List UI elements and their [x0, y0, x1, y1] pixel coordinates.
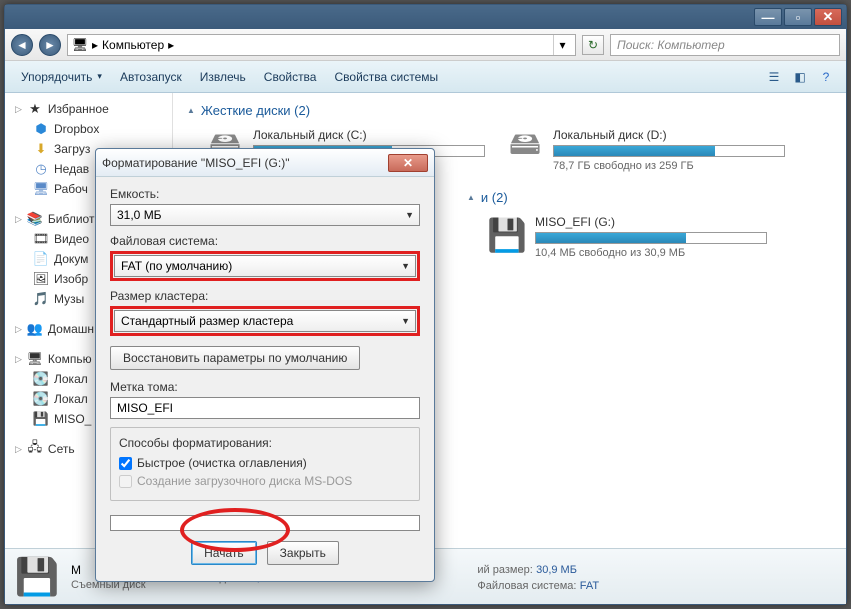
drive-d[interactable]: 🖴 Локальный диск (D:) 78,7 ГБ свободно и… — [505, 128, 785, 172]
picture-icon: 🖼 — [33, 271, 49, 287]
status-fs: FAT — [580, 580, 599, 592]
network-icon: 🖧 — [27, 441, 43, 457]
drive-g[interactable]: 💾 MISO_EFI (G:) 10,4 МБ свободно из 30,9… — [487, 215, 767, 259]
removable-section-header[interactable]: и (2) — [467, 186, 832, 209]
help-icon[interactable]: ? — [814, 66, 838, 88]
video-icon: 🎞 — [33, 231, 49, 247]
msdos-boot-checkbox: Создание загрузочного диска MS-DOS — [119, 474, 411, 488]
nav-bar: ◄ ► 🖥 ▸ Компьютер ▸ ▾ ↻ Поиск: Компьютер — [5, 29, 846, 61]
refresh-button[interactable]: ↻ — [582, 35, 604, 55]
forward-button[interactable]: ► — [39, 34, 61, 56]
dialog-titlebar: Форматирование "MISO_EFI (G:)" ✕ — [96, 149, 434, 177]
system-properties-button[interactable]: Свойства системы — [326, 66, 446, 88]
filesystem-highlight: FAT (по умолчанию) — [110, 251, 420, 281]
quick-format-checkbox[interactable]: Быстрое (очистка оглавления) — [119, 456, 411, 470]
status-fs-label: Файловая система: — [477, 580, 576, 592]
sidebar-favorites[interactable]: ★Избранное — [5, 99, 172, 119]
filesystem-combo[interactable]: FAT (по умолчанию) — [114, 255, 416, 277]
filesystem-label: Файловая система: — [110, 234, 420, 248]
removable-icon: 💾 — [33, 411, 49, 427]
removable-icon: 💾 — [487, 215, 527, 255]
recent-icon: ◷ — [33, 161, 49, 177]
properties-button[interactable]: Свойства — [256, 66, 325, 88]
view-icon[interactable]: ☰ — [762, 66, 786, 88]
maximize-button[interactable]: ▫ — [784, 8, 812, 26]
drive-usage-bar — [553, 145, 785, 157]
format-options-group: Способы форматирования: Быстрое (очистка… — [110, 427, 420, 501]
removable-icon: 💾 — [15, 555, 59, 599]
computer-icon: 🖥 — [72, 37, 88, 53]
format-options-label: Способы форматирования: — [119, 436, 411, 450]
close-button[interactable]: ✕ — [814, 8, 842, 26]
homegroup-icon: 👥 — [27, 321, 43, 337]
download-icon: ⬇ — [33, 141, 49, 157]
dialog-title: Форматирование "MISO_EFI (G:)" — [102, 156, 388, 170]
reset-defaults-button[interactable]: Восстановить параметры по умолчанию — [110, 346, 360, 370]
start-button[interactable]: Начать — [191, 541, 257, 565]
organize-menu[interactable]: Упорядочить — [13, 66, 110, 88]
cluster-label: Размер кластера: — [110, 289, 420, 303]
format-dialog: Форматирование "MISO_EFI (G:)" ✕ Емкость… — [95, 148, 435, 582]
breadcrumb-sep: ▸ — [92, 38, 98, 52]
library-icon: 📚 — [27, 211, 43, 227]
eject-button[interactable]: Извлечь — [192, 66, 254, 88]
drive-usage-bar — [535, 232, 767, 244]
titlebar: — ▫ ✕ — [5, 5, 846, 29]
drive-name: MISO_EFI (G:) — [535, 215, 767, 229]
progress-bar — [110, 515, 420, 531]
drive-stat: 10,4 МБ свободно из 30,9 МБ — [535, 247, 767, 259]
document-icon: 📄 — [33, 251, 49, 267]
preview-icon[interactable]: ◧ — [788, 66, 812, 88]
volume-label-input[interactable] — [110, 397, 420, 419]
desktop-icon: 🖥 — [33, 181, 49, 197]
autoplay-button[interactable]: Автозапуск — [112, 66, 190, 88]
capacity-combo[interactable]: 31,0 МБ — [110, 204, 420, 226]
cluster-combo[interactable]: Стандартный размер кластера — [114, 310, 416, 332]
dialog-close-button[interactable]: ✕ — [388, 154, 428, 172]
drive-stat: 78,7 ГБ свободно из 259 ГБ — [553, 160, 785, 172]
capacity-label: Емкость: — [110, 187, 420, 201]
toolbar: Упорядочить Автозапуск Извлечь Свойства … — [5, 61, 846, 93]
disk-icon: 💽 — [33, 371, 49, 387]
star-icon: ★ — [27, 101, 43, 117]
drive-name: Локальный диск (C:) — [253, 128, 485, 142]
status-size: 30,9 МБ — [536, 564, 577, 576]
sidebar-item-dropbox[interactable]: ⬢Dropbox — [5, 119, 172, 139]
address-bar[interactable]: 🖥 ▸ Компьютер ▸ ▾ — [67, 34, 576, 56]
music-icon: 🎵 — [33, 291, 49, 307]
back-button[interactable]: ◄ — [11, 34, 33, 56]
hdd-section-header[interactable]: Жесткие диски (2) — [187, 99, 832, 122]
cluster-highlight: Стандартный размер кластера — [110, 306, 420, 336]
breadcrumb[interactable]: Компьютер — [102, 38, 164, 52]
computer-icon: 🖥 — [27, 351, 43, 367]
minimize-button[interactable]: — — [754, 8, 782, 26]
address-dropdown[interactable]: ▾ — [553, 35, 571, 55]
close-button[interactable]: Закрыть — [267, 541, 339, 565]
volume-label-label: Метка тома: — [110, 380, 420, 394]
hdd-icon: 🖴 — [505, 128, 545, 168]
dropbox-icon: ⬢ — [33, 121, 49, 137]
disk-icon: 💽 — [33, 391, 49, 407]
search-input[interactable]: Поиск: Компьютер — [610, 34, 840, 56]
breadcrumb-sep: ▸ — [168, 38, 174, 52]
status-size-label: ий размер: — [477, 564, 532, 576]
drive-name: Локальный диск (D:) — [553, 128, 785, 142]
